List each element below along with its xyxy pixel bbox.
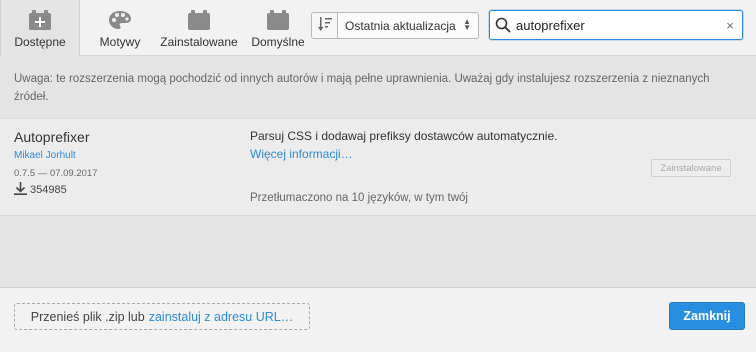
more-info-link[interactable]: Więcej informacji… (250, 147, 353, 161)
tab-installed[interactable]: Zainstalowane (158, 0, 240, 56)
sort-icon (317, 16, 332, 35)
select-arrows-icon: ▲ ▼ (463, 17, 471, 32)
tab-default-label: Domyślne (251, 35, 305, 49)
dropzone-text: Przenieś plik .zip lub (30, 309, 145, 324)
extension-title: Autoprefixer (14, 129, 90, 145)
extension-description: Parsuj CSS i dodawaj prefiksy dostawców … (250, 129, 558, 143)
palette-icon (108, 9, 132, 31)
warning-text: Uwaga: te rozszerzenia mogą pochodzić od… (14, 73, 710, 103)
extension-translation-info: Przetłumaczono na 10 języków, w tym twój (250, 192, 468, 204)
download-icon (14, 182, 30, 198)
tab-installed-label: Zainstalowane (160, 35, 238, 49)
extension-downloads: 354985 (14, 182, 67, 198)
search-box[interactable]: autoprefixer × (489, 10, 743, 40)
sort-select-value: Ostatnia aktualizacja (345, 18, 456, 33)
tab-available[interactable]: Dostępne (0, 0, 80, 56)
footer: Przenieś plik .zip lub zainstaluj z adre… (0, 287, 756, 352)
tab-themes[interactable]: Motywy (82, 0, 158, 56)
tab-default[interactable]: Domyślne (245, 0, 311, 56)
toolbar: Dostępne Motywy Zainstalowane Domyślne O… (0, 0, 756, 56)
installed-button: Zainstalowane (651, 159, 731, 177)
download-count: 354985 (30, 184, 67, 196)
install-from-url-link[interactable]: zainstaluj z adresu URL… (149, 310, 294, 324)
sort-select[interactable]: Ostatnia aktualizacja ▲ ▼ (337, 12, 479, 39)
puzzle-plus-icon (29, 9, 51, 31)
box-icon (267, 9, 289, 31)
extension-row: Autoprefixer Mikael Jorhult 0.7.5 — 07.0… (0, 118, 756, 216)
sort-direction-button[interactable] (311, 12, 338, 39)
tab-available-label: Dostępne (14, 35, 66, 49)
clear-search-button[interactable]: × (718, 18, 742, 33)
extension-author-link[interactable]: Mikael Jorhult (14, 150, 76, 161)
box-icon (188, 9, 210, 31)
tab-themes-label: Motywy (99, 35, 141, 49)
close-button[interactable]: Zamknij (669, 302, 745, 330)
extension-version-date: 0.7.5 — 07.09.2017 (14, 168, 98, 179)
search-icon (490, 17, 516, 33)
search-input[interactable]: autoprefixer (516, 18, 718, 33)
zip-dropzone[interactable]: Przenieś plik .zip lub zainstaluj z adre… (14, 303, 310, 330)
